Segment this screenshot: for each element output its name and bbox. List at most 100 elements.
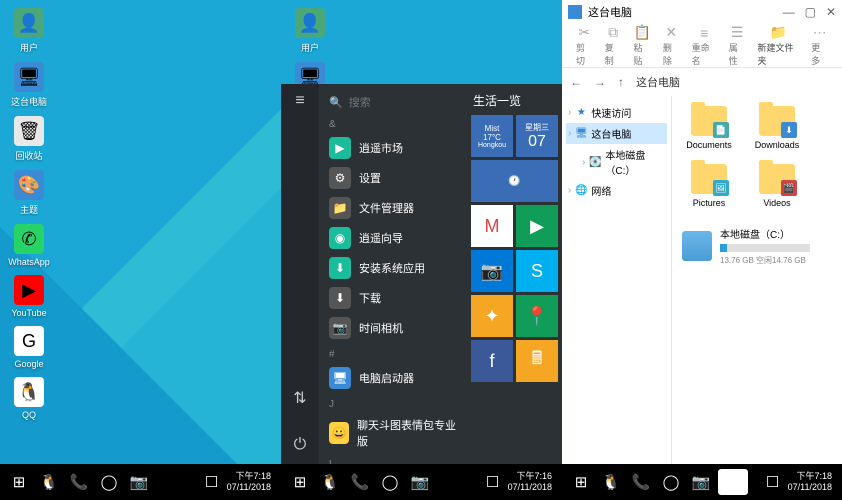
nav-back-icon[interactable]: ←	[570, 75, 582, 89]
start-button[interactable]: ⊞	[287, 469, 313, 495]
taskbar-chrome-icon[interactable]: ◯	[377, 469, 403, 495]
app-label: 电脑启动器	[359, 370, 414, 386]
tree-item[interactable]: ›💽本地磁盘（C:）	[566, 144, 667, 180]
taskbar-phone-icon[interactable]: 📞	[66, 469, 92, 495]
taskbar-back-icon[interactable]: ☐	[760, 469, 786, 495]
app-label: 设置	[359, 170, 381, 186]
sort-icon[interactable]: ⇅	[293, 388, 306, 408]
start-button[interactable]: ⊞	[6, 469, 32, 495]
start-button[interactable]: ⊞	[568, 469, 594, 495]
app-icon: 📁	[329, 197, 351, 219]
power-icon[interactable]: ⏻	[294, 436, 307, 454]
window-title: 这台电脑	[588, 4, 632, 20]
toolbar-粘贴[interactable]: 📋粘贴	[633, 24, 650, 67]
tree-item[interactable]: ›★快速访问	[566, 102, 667, 123]
desktop-icon[interactable]: 🗑回收站	[5, 116, 53, 162]
pc-icon	[568, 5, 582, 19]
app-list-letter[interactable]: J	[329, 399, 457, 410]
taskbar-chrome-icon[interactable]: ◯	[96, 469, 122, 495]
tree-item[interactable]: ›🖥这台电脑	[566, 123, 667, 144]
desktop-icon[interactable]: 👤用户	[5, 8, 53, 54]
search-bar[interactable]: 🔍	[325, 92, 461, 113]
taskbar-phone-icon[interactable]: 📞	[347, 469, 373, 495]
taskbar-clock[interactable]: 下午7:16 07/11/2018	[508, 471, 552, 493]
tool-label: 复制	[605, 41, 622, 67]
tile-photos[interactable]: ✦	[471, 295, 513, 337]
toolbar-复制[interactable]: ⧉复制	[605, 24, 622, 67]
toolbar-重命名[interactable]: ≡重命名	[692, 25, 717, 67]
app-list-item[interactable]: ⬇下载	[325, 283, 461, 313]
desktop-icon[interactable]: GGoogle	[5, 326, 53, 369]
folder-item[interactable]: ⬇Downloads	[750, 106, 804, 150]
app-icon: 🗑	[14, 116, 44, 146]
chevron-icon: ›	[568, 107, 571, 118]
tool-label: 重命名	[692, 41, 717, 67]
taskbar-chrome-icon[interactable]: ◯	[658, 469, 684, 495]
toolbar-属性[interactable]: ☰属性	[729, 24, 746, 67]
search-input[interactable]	[349, 97, 449, 109]
taskbar-back-icon[interactable]: ☐	[199, 469, 225, 495]
minimize-button[interactable]: —	[783, 5, 795, 19]
tile-camera[interactable]: 📷	[471, 250, 513, 292]
taskbar-clock[interactable]: 下午7:18 07/11/2018	[788, 471, 832, 493]
taskbar-camera-icon[interactable]: 📷	[407, 469, 433, 495]
taskbar-clock[interactable]: 下午7:18 07/11/2018	[227, 471, 271, 493]
taskbar-phone-icon[interactable]: 📞	[628, 469, 654, 495]
taskbar-qq-icon[interactable]: 🐧	[598, 469, 624, 495]
tile-weather[interactable]: Mist 17°C Hongkou	[471, 115, 513, 157]
tile-facebook[interactable]: f	[471, 340, 513, 382]
folder-icon: 📄	[691, 106, 727, 136]
app-list-item[interactable]: ▶逍遥市场	[325, 133, 461, 163]
desktop-icon[interactable]: ✆WhatsApp	[5, 224, 53, 267]
app-icon: ▶	[329, 137, 351, 159]
close-button[interactable]: ✕	[826, 5, 836, 19]
tool-label: 剪切	[576, 41, 593, 67]
app-list-item[interactable]: ◉逍遥向导	[325, 223, 461, 253]
tile-clock[interactable]: 🕐	[471, 160, 558, 202]
desktop-icon[interactable]: 🖥这台电脑	[5, 62, 53, 108]
app-list-item[interactable]: ⚙设置	[325, 163, 461, 193]
nav-up-icon[interactable]: ↑	[618, 75, 624, 89]
taskbar-back-icon[interactable]: ☐	[480, 469, 506, 495]
toolbar-更多[interactable]: ⋯更多	[811, 24, 828, 67]
toolbar-新建文件夹[interactable]: 📁新建文件夹	[757, 24, 799, 67]
app-list-item[interactable]: 📁文件管理器	[325, 193, 461, 223]
breadcrumb[interactable]: 这台电脑	[636, 74, 680, 90]
desktop-icon[interactable]: 🎨主题	[5, 170, 53, 216]
tile-calculator[interactable]: 🖩	[516, 340, 558, 382]
tile-maps[interactable]: 📍	[516, 295, 558, 337]
app-list-item[interactable]: ⬇安装系统应用	[325, 253, 461, 283]
app-icon: ▶	[14, 275, 44, 305]
folder-item[interactable]: 📄Documents	[682, 106, 736, 150]
panel-explorer: 这台电脑 — ▢ ✕ ✂剪切⧉复制📋粘贴✕删除≡重命名☰属性📁新建文件夹⋯更多 …	[562, 0, 842, 500]
hamburger-icon[interactable]: ≡	[295, 92, 304, 110]
taskbar-qq-icon[interactable]: 🐧	[317, 469, 343, 495]
taskbar-explorer-icon[interactable]	[718, 469, 748, 495]
nav-forward-icon[interactable]: →	[594, 75, 606, 89]
app-list-item[interactable]: 📷时间相机	[325, 313, 461, 343]
maximize-button[interactable]: ▢	[805, 5, 816, 19]
taskbar-qq-icon[interactable]: 🐧	[36, 469, 62, 495]
app-list-letter[interactable]: &	[329, 119, 457, 130]
drive-item[interactable]: 本地磁盘（C:） 13.76 GB 空闲14.76 GB	[682, 226, 832, 266]
start-menu-rail: ≡ ⇅ ⏻	[281, 84, 319, 464]
taskbar-camera-icon[interactable]: 📷	[126, 469, 152, 495]
desktop-icon[interactable]: 🐧QQ	[5, 377, 53, 420]
tile-calendar[interactable]: 星期三 07	[516, 115, 558, 157]
desktop-icon[interactable]: 👤用户	[286, 8, 334, 54]
explorer-toolbar: ✂剪切 ⧉复制 📋粘贴 ✕删除 ≡重命名 ☰属性 📁新建文件夹 ⋯更多	[562, 24, 842, 68]
folder-item[interactable]: 🎬Videos	[750, 164, 804, 208]
app-list-item[interactable]: 🖥电脑启动器	[325, 363, 461, 393]
tile-play[interactable]: ▶	[516, 205, 558, 247]
tile-skype[interactable]: S	[516, 250, 558, 292]
folder-item[interactable]: 🖼Pictures	[682, 164, 736, 208]
app-list-letter[interactable]: #	[329, 349, 457, 360]
tile-gmail[interactable]: M	[471, 205, 513, 247]
toolbar-剪切[interactable]: ✂剪切	[576, 24, 593, 67]
toolbar-删除[interactable]: ✕删除	[663, 24, 680, 67]
app-list-item[interactable]: 😀聊天斗图表情包专业版	[325, 413, 461, 453]
desktop-icon[interactable]: ▶YouTube	[5, 275, 53, 318]
taskbar-camera-icon[interactable]: 📷	[688, 469, 714, 495]
start-menu-apps: 🔍 & ▶逍遥市场⚙设置📁文件管理器◉逍遥向导⬇安装系统应用⬇下载📷时间相机 # 🖥电…	[319, 84, 467, 464]
tree-item[interactable]: ›🌐网络	[566, 180, 667, 201]
